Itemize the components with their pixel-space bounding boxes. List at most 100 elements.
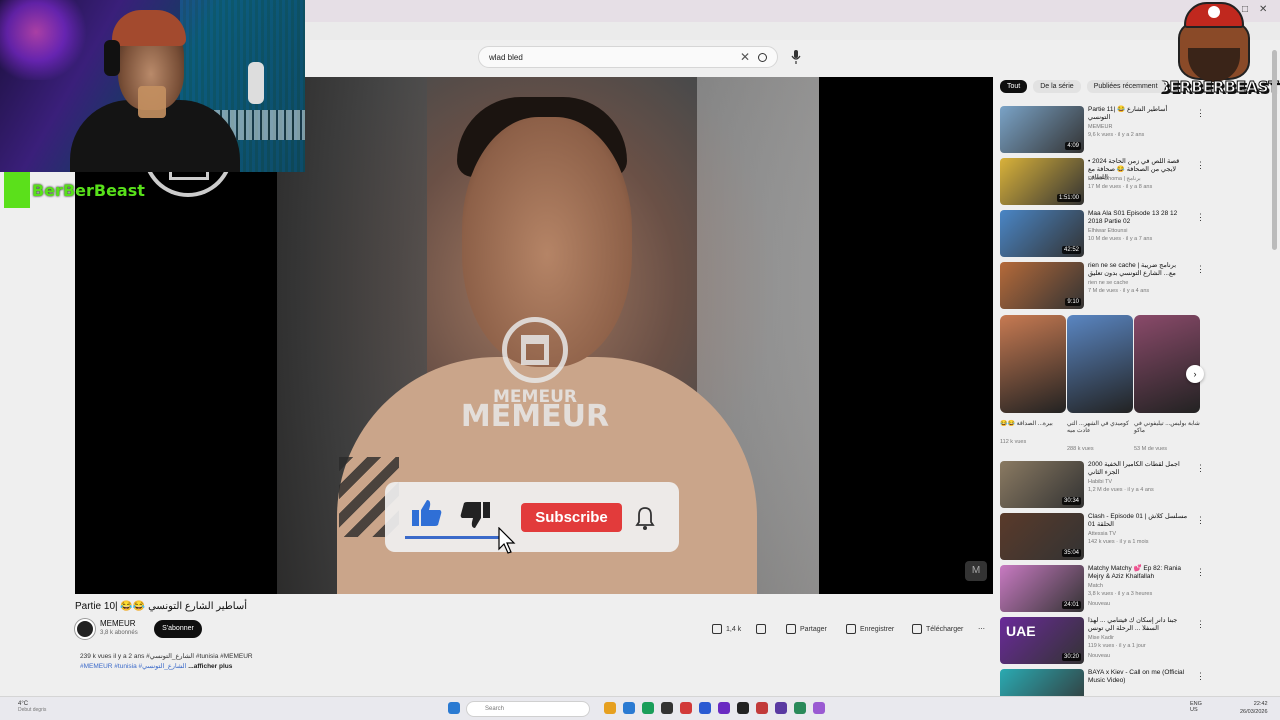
taskbar-app-icon[interactable] xyxy=(813,702,825,714)
overlay-subscribe-label: Subscribe xyxy=(521,503,622,532)
download-button[interactable]: Télécharger xyxy=(912,620,963,638)
short-thumbnail[interactable] xyxy=(1000,315,1066,413)
video-title: Partie 10| 😂😂 أساطير الشارع التونسي xyxy=(75,601,247,612)
video-duration: 9:10 xyxy=(1065,298,1081,306)
show-more-link[interactable]: ...afficher plus xyxy=(188,663,232,670)
recommended-video[interactable]: 35:04 Clash - Episode 01 | مسلسل كلاش الح… xyxy=(1000,513,1205,561)
more-options-icon[interactable]: ⋮ xyxy=(1196,160,1205,171)
recommended-video[interactable]: 30:34 اجمل لقطات الكاميرا الخفية 2000 الج… xyxy=(1000,461,1205,509)
video-meta: 1,2 M de vues · il y a 4 ans xyxy=(1088,487,1154,493)
taskbar-app-icon[interactable] xyxy=(642,702,654,714)
taskbar-app-icon[interactable] xyxy=(661,702,673,714)
more-options-icon[interactable]: ⋮ xyxy=(1196,619,1205,630)
more-options-icon[interactable]: ⋮ xyxy=(1196,264,1205,275)
thumbnail-text: UAE xyxy=(1006,623,1036,639)
short-thumbnail[interactable] xyxy=(1067,315,1133,413)
channel-name[interactable]: MEMEUR xyxy=(100,619,136,628)
video-title[interactable]: جبنا دانر إسكان ك فيتنامي ... لهذا السفل… xyxy=(1088,617,1188,633)
more-options-icon[interactable]: ⋮ xyxy=(1196,463,1205,474)
subscribe-button[interactable]: S'abonner xyxy=(154,620,202,638)
more-options-icon[interactable]: ⋮ xyxy=(1196,515,1205,526)
more-options-icon[interactable]: ⋮ xyxy=(1196,108,1205,119)
taskbar-app-icon[interactable] xyxy=(775,702,787,714)
channel-name[interactable]: Dhoof Dhoma | برنامج xyxy=(1088,176,1141,182)
video-duration: 1:51:00 xyxy=(1056,194,1081,202)
more-options-icon[interactable]: ⋮ xyxy=(1196,567,1205,578)
recommended-video[interactable]: 24:01 Matchy Matchy 💕 Ep 82: Rania Mejry … xyxy=(1000,565,1205,613)
video-title[interactable]: Matchy Matchy 💕 Ep 82: Rania Mejry & Azi… xyxy=(1088,565,1188,581)
recommended-video[interactable]: 42:52 Maa Ala S01 Episode 13 28 12 2018 P… xyxy=(1000,210,1205,258)
search-icon[interactable] xyxy=(758,52,767,62)
taskbar-app-icon[interactable] xyxy=(699,702,711,714)
video-thumbnail[interactable]: 35:04 xyxy=(1000,513,1084,560)
taskbar-app-icon[interactable] xyxy=(604,702,616,714)
recommended-video[interactable]: 4:09 Partie 11| 😂 أساطير الشارع التونسي ME… xyxy=(1000,106,1205,154)
recommended-video[interactable]: UAE 30:20 جبنا دانر إسكان ك فيتنامي ... له… xyxy=(1000,617,1205,665)
video-title[interactable]: Clash - Episode 01 | مسلسل كلاش الحلقة 0… xyxy=(1088,513,1188,529)
video-duration: 42:52 xyxy=(1061,246,1081,254)
video-thumbnail[interactable]: 9:10 xyxy=(1000,262,1084,309)
recommended-video[interactable]: 1:51:00 قصة اللص في زمن الحاجة 2024 • لاي… xyxy=(1000,158,1205,206)
more-actions-button[interactable]: ⋯ xyxy=(978,620,985,638)
short-info[interactable]: كوميدي في الشهر... التي عادت ميه 288 k vu… xyxy=(1067,420,1133,452)
video-title[interactable]: Partie 11| 😂 أساطير الشارع التونسي xyxy=(1088,106,1188,122)
description-tags[interactable]: #MEMEUR #tunisia #الشارع_التونسي ...affi… xyxy=(80,662,232,670)
more-options-icon[interactable]: ⋮ xyxy=(1196,671,1205,682)
taskbar-app-icon[interactable] xyxy=(680,702,692,714)
share-button[interactable]: Partager xyxy=(786,620,827,638)
chip-2[interactable]: Publiées récemment xyxy=(1086,80,1165,93)
weather-widget[interactable]: 4°C Debut degris xyxy=(18,701,46,713)
save-button[interactable]: Enregistrer xyxy=(846,620,894,638)
channel-name[interactable]: Elhiwar Ettounsi xyxy=(1088,228,1127,234)
short-info[interactable]: 😂😂 بيرة... الصداقة 112 k vues xyxy=(1000,420,1066,445)
channel-avatar[interactable] xyxy=(75,619,95,639)
page-scrollbar[interactable] xyxy=(1272,50,1277,250)
video-title[interactable]: rien ne se cache | برنامج ضريبة مع... ال… xyxy=(1088,262,1188,278)
channel-branding-icon[interactable]: M xyxy=(965,561,987,581)
taskbar-search[interactable]: Search xyxy=(466,701,590,717)
taskbar-app-icon[interactable] xyxy=(623,702,635,714)
webcam-overlay xyxy=(0,0,305,172)
video-thumbnail[interactable]: 30:34 xyxy=(1000,461,1084,508)
video-title[interactable]: اجمل لقطات الكاميرا الخفية 2000 الجزء ال… xyxy=(1088,461,1188,477)
short-info[interactable]: شابة بوليس... تيليفوني في ماكو 53 M de vu… xyxy=(1134,420,1200,452)
system-clock[interactable]: 22:42 26/03/2026 xyxy=(1240,700,1268,716)
short-thumbnail[interactable] xyxy=(1134,315,1200,413)
share-icon xyxy=(786,624,796,634)
windows-start-icon[interactable] xyxy=(448,702,460,714)
chip-0[interactable]: Tout xyxy=(1000,80,1028,93)
channel-name[interactable]: rien ne se cache xyxy=(1088,280,1128,286)
video-meta: 142 k vues · il y a 1 mois xyxy=(1088,539,1149,545)
channel-name[interactable]: Match xyxy=(1088,583,1103,589)
language-indicator[interactable]: ENG US xyxy=(1190,701,1202,713)
streamer-tag: BerBerBeast xyxy=(4,172,145,208)
like-button[interactable]: 1,4 k xyxy=(712,620,741,638)
taskbar-app-icon[interactable] xyxy=(718,702,730,714)
video-thumbnail[interactable]: 42:52 xyxy=(1000,210,1084,257)
streamer-name: BerBerBeast xyxy=(32,180,145,200)
video-thumbnail[interactable]: 1:51:00 xyxy=(1000,158,1084,205)
channel-name[interactable]: Habibi TV xyxy=(1088,479,1112,485)
video-title[interactable]: BAYA x Kiev - Call on me (Official Music… xyxy=(1088,669,1188,685)
taskbar-app-icon[interactable] xyxy=(737,702,749,714)
video-thumbnail[interactable]: 4:09 xyxy=(1000,106,1084,153)
dislike-button[interactable] xyxy=(756,620,770,638)
bookmark-icon xyxy=(846,624,856,634)
chip-1[interactable]: De la série xyxy=(1033,80,1081,93)
channel-name[interactable]: Attessia TV xyxy=(1088,531,1116,537)
recommended-video[interactable]: 9:10 rien ne se cache | برنامج ضريبة مع..… xyxy=(1000,262,1205,310)
more-options-icon[interactable]: ⋮ xyxy=(1196,212,1205,223)
video-meta: 10 M de vues · il y a 7 ans xyxy=(1088,236,1153,242)
shorts-next-icon[interactable]: › xyxy=(1186,365,1204,383)
channel-name[interactable]: Mise Kadir xyxy=(1088,635,1114,641)
microphone-icon[interactable] xyxy=(791,50,801,64)
download-icon xyxy=(912,624,922,634)
video-title[interactable]: Maa Ala S01 Episode 13 28 12 2018 Partie… xyxy=(1088,210,1188,226)
taskbar-app-icon[interactable] xyxy=(756,702,768,714)
channel-name[interactable]: MEMEUR xyxy=(1088,124,1112,130)
video-thumbnail[interactable]: UAE 30:20 xyxy=(1000,617,1084,664)
clear-search-icon[interactable]: ✕ xyxy=(740,50,750,64)
taskbar-app-icon[interactable] xyxy=(794,702,806,714)
search-input[interactable]: wlad bled ✕ xyxy=(478,46,778,68)
video-thumbnail[interactable]: 24:01 xyxy=(1000,565,1084,612)
